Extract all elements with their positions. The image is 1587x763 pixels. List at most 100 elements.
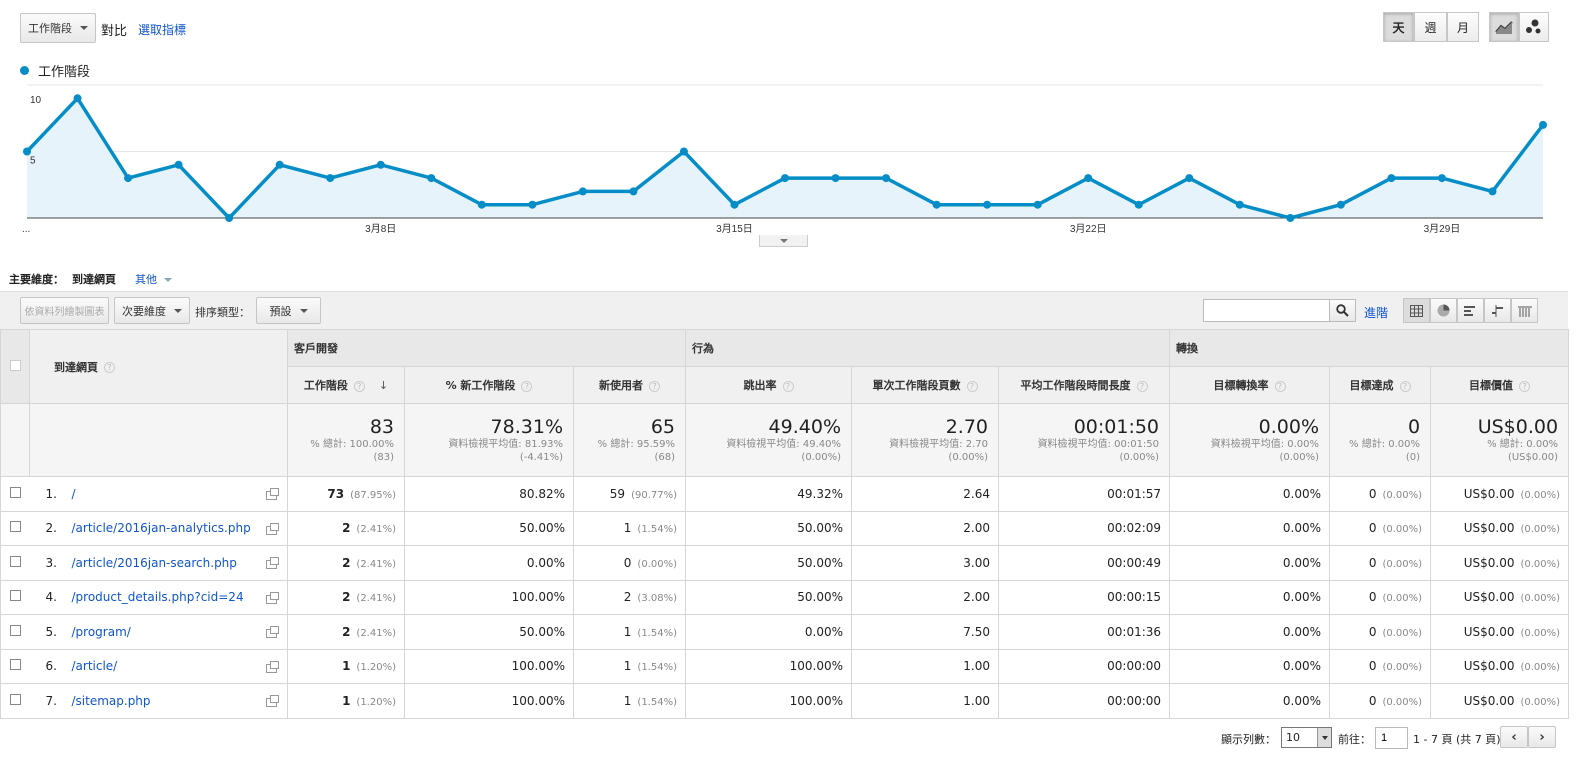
- row-new-sessions-pct: 100.00%: [404, 579, 574, 615]
- row-sessions-value: 2: [342, 521, 351, 536]
- total-context: 資料檢視平均值: 0.00%: [1210, 439, 1320, 450]
- select-metric-link[interactable]: 選取指標: [138, 21, 186, 38]
- goto-page-input[interactable]: [1375, 727, 1408, 749]
- open-external-icon[interactable]: [266, 488, 279, 500]
- motion-chart-button[interactable]: [1519, 12, 1549, 42]
- row-page-link[interactable]: /program/: [72, 625, 131, 639]
- rows-per-page-select[interactable]: 10: [1281, 727, 1332, 748]
- view-pivot-button[interactable]: [1511, 298, 1538, 323]
- select-all-checkbox[interactable]: [9, 359, 21, 371]
- open-external-icon[interactable]: [266, 591, 279, 604]
- row-sessions-pct: (2.41%): [356, 593, 396, 605]
- help-icon[interactable]: ?: [649, 380, 660, 392]
- row-page-link[interactable]: /article/2016jan-analytics.php: [72, 521, 251, 535]
- period-day-button[interactable]: 天: [1383, 12, 1414, 42]
- period-week-button[interactable]: 週: [1414, 12, 1447, 42]
- dimension-other-link[interactable]: 其他: [135, 271, 172, 287]
- row-value-amount: US$0.00: [1463, 624, 1515, 639]
- row-page-link[interactable]: /article/2016jan-search.php: [72, 556, 237, 570]
- help-icon[interactable]: ?: [1136, 380, 1148, 392]
- col-bounce-rate[interactable]: 跳出率?: [685, 366, 852, 404]
- data-point: [1084, 174, 1093, 183]
- col-goal-value[interactable]: 目標價值?: [1430, 366, 1570, 404]
- row-value-pct: (0.00%): [1520, 696, 1561, 708]
- row-bounce-rate: 50.00%: [685, 510, 852, 546]
- primary-dimension-current: 到達網頁: [72, 273, 116, 286]
- row-new-users: 1 (1.54%): [573, 510, 686, 546]
- total-context: 資料檢視平均值: 81.93%: [448, 439, 563, 450]
- chart-expand-tab[interactable]: [759, 235, 808, 247]
- help-icon[interactable]: ?: [1399, 380, 1411, 392]
- row-check-cell: [0, 614, 30, 650]
- row-sessions-value: 2: [342, 555, 351, 570]
- prev-page-button[interactable]: ‹: [1500, 726, 1528, 748]
- row-checkbox[interactable]: [9, 521, 21, 533]
- sort-type-value: 預設: [269, 304, 292, 318]
- col-landing-page[interactable]: 到達網頁?: [29, 329, 288, 404]
- table-search-input[interactable]: [1203, 299, 1330, 322]
- col-avg-duration[interactable]: 平均工作階段時間長度?: [997, 366, 1171, 404]
- row-new-users-pct: (3.08%): [637, 593, 677, 605]
- y-tick-label: 10: [30, 95, 42, 106]
- col-sessions[interactable]: 工作階段? ↓: [287, 366, 405, 404]
- view-bar-button[interactable]: [1457, 298, 1484, 323]
- metric-select[interactable]: 工作階段: [20, 13, 96, 43]
- period-month-button[interactable]: 月: [1447, 12, 1479, 42]
- view-pie-button[interactable]: [1430, 298, 1457, 323]
- col-pages-per-session[interactable]: 單次工作階段頁數?: [851, 366, 999, 404]
- next-page-button[interactable]: ›: [1528, 726, 1556, 748]
- row-number: 3.: [45, 555, 57, 570]
- plot-rows-button[interactable]: 依資料列繪製圖表: [20, 297, 109, 324]
- row-page-link[interactable]: /article/: [72, 659, 118, 673]
- open-external-icon[interactable]: [266, 626, 279, 638]
- row-checkbox[interactable]: [9, 693, 21, 705]
- col-new-users[interactable]: 新使用者?: [573, 366, 686, 404]
- help-icon[interactable]: ?: [1519, 380, 1531, 392]
- col-goal-completions-label: 目標達成: [1349, 379, 1394, 392]
- row-page-cell: 6. /article/: [29, 648, 288, 684]
- table-row: 1./73 (87.95%) 80.82% 59 (90.77%) 49.32% 2.64 0…: [0, 476, 1570, 512]
- open-external-icon[interactable]: [266, 660, 279, 673]
- help-icon[interactable]: ?: [966, 380, 978, 392]
- row-page-link[interactable]: /product_details.php?cid=24: [72, 590, 244, 604]
- row-checkbox[interactable]: [9, 590, 21, 602]
- total-context: 資料檢視平均值: 2.70: [889, 439, 988, 450]
- x-tick-label: 3月22日: [1070, 223, 1107, 235]
- advanced-filter-link[interactable]: 進階: [1364, 304, 1388, 321]
- row-page-link[interactable]: /: [72, 487, 76, 501]
- row-goals-pct: (0.00%): [1382, 593, 1423, 605]
- col-pages-per-session-label: 單次工作階段頁數: [872, 379, 961, 392]
- row-checkbox[interactable]: [9, 659, 21, 671]
- total-cell: 83% 總計: 100.00% (83): [287, 403, 405, 477]
- data-point: [73, 94, 82, 103]
- col-new-sessions-pct[interactable]: % 新工作階段?: [404, 366, 574, 404]
- help-icon[interactable]: ?: [1274, 380, 1286, 392]
- open-external-icon[interactable]: [266, 695, 279, 707]
- help-icon[interactable]: ?: [782, 380, 794, 392]
- help-icon[interactable]: ?: [521, 380, 533, 392]
- row-new-sessions-pct: 50.00%: [404, 614, 574, 650]
- row-sessions-value: 73: [327, 486, 345, 501]
- row-goal-conv-rate: 0.00%: [1169, 476, 1330, 512]
- sort-type-select[interactable]: 預設: [256, 297, 321, 324]
- line-chart-button[interactable]: [1489, 12, 1519, 42]
- col-goal-completions[interactable]: 目標達成?: [1329, 366, 1432, 404]
- row-checkbox[interactable]: [9, 486, 21, 498]
- help-icon[interactable]: ?: [353, 380, 365, 392]
- open-external-icon[interactable]: [266, 522, 279, 535]
- row-goals-pct: (0.00%): [1382, 524, 1423, 536]
- view-comparison-button[interactable]: [1484, 298, 1511, 323]
- help-icon[interactable]: ?: [104, 362, 115, 373]
- row-checkbox[interactable]: [9, 624, 21, 636]
- view-table-button[interactable]: [1403, 298, 1430, 323]
- open-external-icon[interactable]: [266, 557, 279, 569]
- data-point: [831, 174, 840, 183]
- row-page-link[interactable]: /sitemap.php: [72, 694, 151, 708]
- row-check-cell: [0, 579, 30, 615]
- search-button[interactable]: [1329, 299, 1356, 322]
- secondary-dimension-select[interactable]: 次要維度: [114, 297, 190, 324]
- data-point: [23, 147, 31, 156]
- col-goal-conv-rate[interactable]: 目標轉換率?: [1169, 366, 1331, 404]
- data-point: [983, 200, 992, 209]
- row-checkbox[interactable]: [9, 555, 21, 567]
